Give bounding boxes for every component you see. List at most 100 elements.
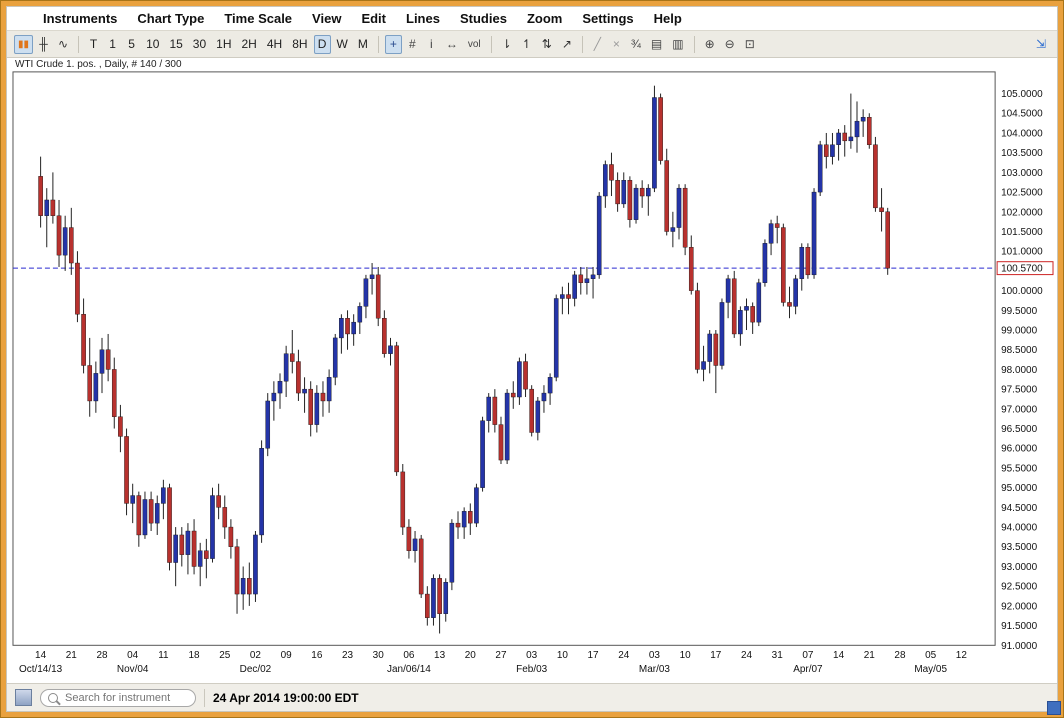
crosshair-icon[interactable]: + — [384, 34, 402, 54]
print-preview-icon[interactable]: ▥ — [668, 35, 687, 54]
timeframe-30[interactable]: 30 — [189, 35, 210, 54]
cursor-up-icon[interactable]: ↿ — [518, 35, 536, 54]
candle — [449, 519, 455, 591]
print-icon: ▤ — [650, 37, 663, 51]
menu-item-zoom[interactable]: Zoom — [517, 9, 572, 28]
chart-area[interactable]: WTI Crude 1. pos. , Daily, # 140 / 300 1… — [7, 58, 1057, 683]
x-axis-labels: 14 21 28 04 11 18 25 02 09 16 23 30 06 13 20 27 03 10 17 24… — [19, 650, 967, 675]
instrument-panel-icon[interactable] — [15, 689, 32, 706]
grid-icon[interactable]: # — [404, 35, 421, 54]
menu-item-settings[interactable]: Settings — [572, 9, 643, 28]
svg-text:92.5000: 92.5000 — [1001, 582, 1038, 593]
menu-item-studies[interactable]: Studies — [450, 9, 517, 28]
horizontal-scale-icon: ↔ — [445, 37, 458, 51]
search-box[interactable] — [40, 688, 196, 707]
print-icon[interactable]: ▤ — [647, 35, 666, 54]
svg-text:101.0000: 101.0000 — [1001, 247, 1043, 258]
svg-text:12: 12 — [956, 650, 968, 661]
timeframe-4h[interactable]: 4H — [263, 35, 286, 54]
timeframe-1[interactable]: 1 — [104, 35, 121, 54]
timeframe-d[interactable]: D — [313, 34, 331, 54]
svg-text:10: 10 — [680, 650, 692, 661]
timeframe-t[interactable]: T — [85, 35, 102, 54]
timeframe-8h[interactable]: 8H — [288, 35, 311, 54]
svg-text:Oct/14/13: Oct/14/13 — [19, 664, 63, 675]
menu-item-lines[interactable]: Lines — [396, 9, 450, 28]
y-axis-labels: 105.0000 104.5000 104.0000 103.5000 103.0000… — [1001, 89, 1043, 652]
timeframe-10[interactable]: 10 — [142, 35, 163, 54]
svg-text:03: 03 — [649, 650, 661, 661]
statusbar-divider — [204, 688, 205, 707]
zoom-in-icon[interactable]: ⊕ — [701, 35, 719, 54]
menu-item-chart-type[interactable]: Chart Type — [127, 9, 214, 28]
candle — [781, 223, 786, 307]
timeframe-2h[interactable]: 2H — [238, 35, 261, 54]
horizontal-scale-icon[interactable]: ↔ — [442, 35, 462, 54]
status-bar: 24 Apr 2014 19:00:00 EDT — [7, 683, 1057, 711]
candle — [873, 136, 878, 212]
compare-icon[interactable]: ⇅ — [538, 35, 556, 54]
svg-text:27: 27 — [495, 650, 507, 661]
candle — [210, 487, 215, 563]
resize-grip[interactable] — [1047, 701, 1061, 715]
info-icon[interactable]: i — [423, 35, 440, 54]
timeframe-5[interactable]: 5 — [123, 35, 140, 54]
volume-icon[interactable]: vol — [464, 35, 485, 54]
zoom-out-icon[interactable]: ⊖ — [721, 35, 739, 54]
search-input[interactable] — [63, 690, 188, 705]
svg-text:98.5000: 98.5000 — [1001, 345, 1038, 356]
grid-icon: # — [409, 37, 416, 51]
svg-text:104.5000: 104.5000 — [1001, 109, 1043, 120]
fraction-display-icon[interactable]: ¾ — [627, 35, 645, 54]
price-chart[interactable]: 105.0000 104.5000 104.0000 103.5000 103.0000… — [7, 58, 1057, 683]
menu-item-instruments[interactable]: Instruments — [33, 9, 127, 28]
svg-text:20: 20 — [465, 650, 477, 661]
ohlc-bars-icon[interactable]: ╫ — [35, 35, 52, 54]
dock-arrow-icon[interactable]: ⇲ — [1032, 35, 1050, 54]
dock-arrow-icon: ⇲ — [1035, 37, 1046, 51]
svg-text:99.0000: 99.0000 — [1001, 326, 1038, 337]
menu-item-help[interactable]: Help — [644, 9, 692, 28]
ohlc-bars-icon: ╫ — [39, 37, 48, 51]
toolbar: ▮▮ ╫ ∿ T 1 5 10 15 30 1H 2H 4H 8H D W M + # i ↔ vol ⇂ ↿ ⇅ ↗ ╱ × ¾ ▤ ▥… — [7, 30, 1057, 58]
svg-text:14: 14 — [35, 650, 47, 661]
candle — [167, 483, 172, 571]
candlestick-chart-icon[interactable]: ▮▮ — [14, 34, 34, 54]
menu-item-view[interactable]: View — [302, 9, 351, 28]
crosshair-icon: + — [389, 37, 397, 51]
delete-drawing-icon[interactable]: × — [608, 35, 625, 54]
svg-text:May/05: May/05 — [914, 664, 947, 675]
plot-border — [12, 71, 996, 646]
svg-text:18: 18 — [189, 650, 201, 661]
timeframe-15[interactable]: 15 — [165, 35, 186, 54]
candle — [124, 428, 129, 516]
svg-text:05: 05 — [925, 650, 937, 661]
candle — [259, 440, 264, 543]
candle — [695, 282, 700, 374]
candle — [658, 93, 663, 165]
menu-item-edit[interactable]: Edit — [351, 9, 396, 28]
svg-text:30: 30 — [373, 650, 385, 661]
svg-text:101.5000: 101.5000 — [1001, 227, 1043, 238]
svg-text:25: 25 — [219, 650, 231, 661]
candle — [375, 266, 381, 327]
zoom-reset-icon[interactable]: ⊡ — [741, 35, 759, 54]
timeframe-1h[interactable]: 1H — [212, 35, 235, 54]
menu-item-time-scale[interactable]: Time Scale — [214, 9, 302, 28]
cursor-down-icon[interactable]: ⇂ — [498, 35, 516, 54]
candle — [474, 483, 479, 528]
svg-text:103.0000: 103.0000 — [1001, 168, 1043, 179]
timeframe-w[interactable]: W — [333, 35, 352, 54]
svg-text:14: 14 — [833, 650, 845, 661]
trend-arrow-icon[interactable]: ↗ — [558, 35, 576, 54]
line-chart-icon[interactable]: ∿ — [54, 35, 72, 54]
svg-text:24: 24 — [741, 650, 753, 661]
svg-text:103.5000: 103.5000 — [1001, 148, 1043, 159]
toolbar-separator — [490, 35, 492, 53]
svg-text:28: 28 — [894, 650, 906, 661]
trendline-icon[interactable]: ╱ — [589, 35, 606, 54]
svg-text:17: 17 — [588, 650, 600, 661]
candle — [431, 574, 436, 626]
timeframe-m[interactable]: M — [354, 35, 372, 54]
svg-text:Nov/04: Nov/04 — [117, 664, 149, 675]
